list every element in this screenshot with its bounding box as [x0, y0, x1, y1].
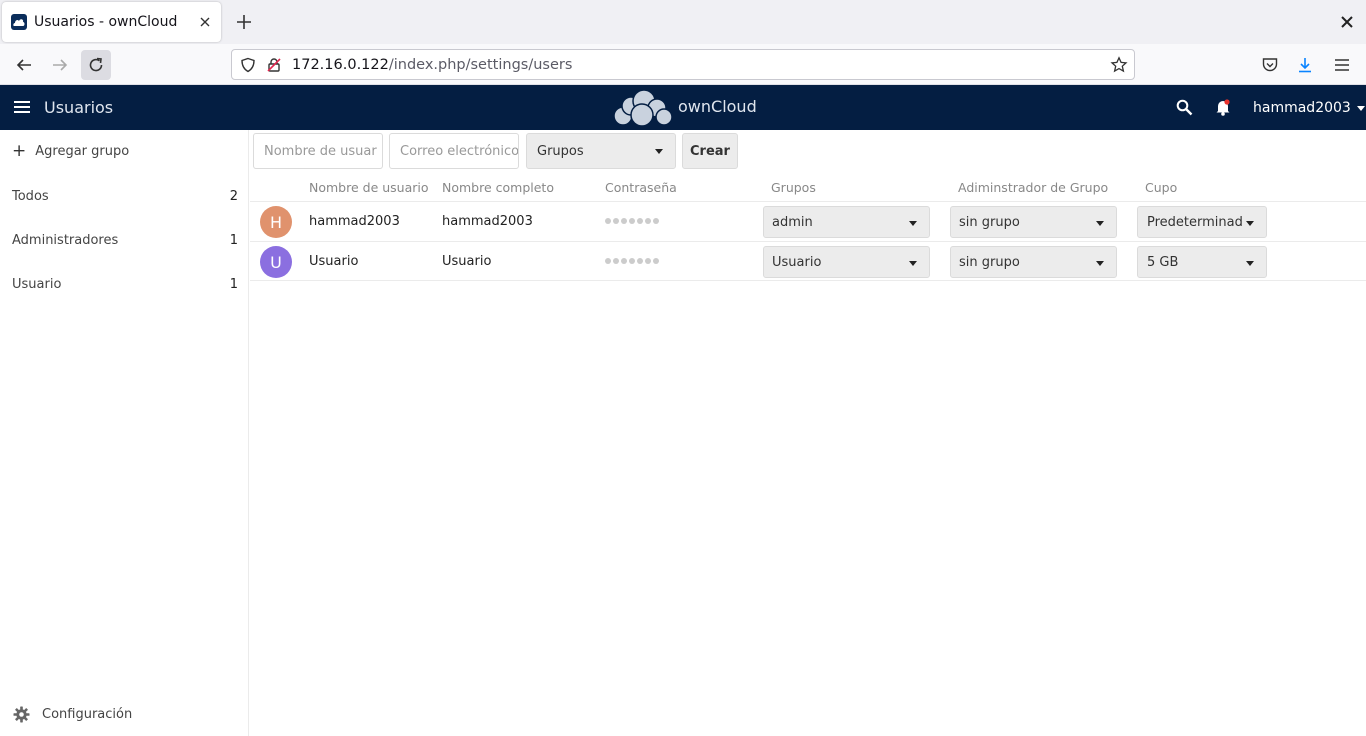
gear-icon — [13, 706, 30, 723]
sidebar-item-count: 1 — [229, 232, 238, 248]
avatar: U — [260, 246, 292, 278]
user-name: hammad2003 — [1253, 100, 1351, 116]
groups-select-label: Grupos — [537, 143, 584, 159]
group-admin-value: sin grupo — [959, 254, 1020, 270]
sidebar-item-administradores[interactable]: Administradores 1 — [0, 218, 249, 262]
bookmark-star-icon[interactable] — [1110, 56, 1128, 74]
sidebar-item-label: Todos — [12, 188, 49, 204]
chevron-down-icon — [655, 149, 663, 154]
url-host: 172.16.0.122 — [292, 56, 389, 73]
reload-icon[interactable] — [81, 50, 111, 80]
plus-icon: + — [12, 141, 27, 161]
sidebar-item-label: Usuario — [12, 276, 62, 292]
column-header-password: Contraseña — [605, 180, 677, 195]
user-menu[interactable]: hammad2003 — [1253, 100, 1365, 116]
new-email-input[interactable]: Correo electrónico — [389, 133, 519, 169]
url-text: 172.16.0.122/index.php/settings/users — [292, 57, 572, 73]
sidebar-item-count: 1 — [229, 276, 238, 292]
table-row: U Usuario Usuario Usuario sin grupo 5 GB — [250, 241, 1366, 281]
add-group-label: Agregar grupo — [35, 144, 130, 159]
sidebar-item-todos[interactable]: Todos 2 — [0, 174, 249, 218]
sidebar-item-usuario[interactable]: Usuario 1 — [0, 262, 249, 306]
group-admin-value: sin grupo — [959, 214, 1020, 230]
browser-tab-strip: Usuarios - ownCloud — [0, 0, 1366, 44]
groups-value: admin — [772, 214, 813, 230]
url-path: /index.php/settings/users — [388, 56, 573, 73]
new-user-groups-select[interactable]: Grupos — [526, 133, 676, 169]
quota-value: 5 GB — [1147, 254, 1179, 270]
app-title[interactable]: Usuarios — [44, 98, 113, 117]
owncloud-header: Usuarios ownCloud hammad2003 — [0, 85, 1366, 130]
table-row: H hammad2003 hammad2003 admin sin grupo … — [250, 201, 1366, 241]
column-header-username[interactable]: Nombre de usuario — [309, 180, 429, 195]
users-main: Nombre de usuar Correo electrónico Grupo… — [250, 130, 1366, 736]
owncloud-favicon-icon — [11, 14, 27, 30]
address-bar[interactable]: 172.16.0.122/index.php/settings/users — [231, 49, 1135, 80]
sidebar: + Agregar grupo Todos 2 Administradores … — [0, 130, 249, 736]
groups-value: Usuario — [772, 254, 822, 270]
chevron-down-icon — [1356, 105, 1365, 111]
pocket-icon[interactable] — [1261, 56, 1279, 74]
password-field[interactable] — [605, 218, 659, 224]
column-header-fullname[interactable]: Nombre completo — [442, 180, 554, 195]
downloads-icon[interactable] — [1296, 56, 1314, 74]
fullname-cell[interactable]: hammad2003 — [442, 214, 533, 229]
avatar: H — [260, 206, 292, 238]
settings-label: Configuración — [42, 707, 133, 722]
tracking-shield-icon[interactable] — [240, 57, 256, 73]
sidebar-item-label: Administradores — [12, 232, 119, 248]
tab-close-icon[interactable] — [197, 14, 213, 30]
settings-button[interactable]: Configuración — [13, 706, 132, 723]
groups-select[interactable]: admin — [763, 206, 930, 238]
create-user-button[interactable]: Crear — [682, 133, 738, 169]
column-header-group-admin: Adiminstrador de Grupo — [958, 180, 1109, 195]
quota-select[interactable]: Predeterminado — [1137, 206, 1267, 238]
quota-select[interactable]: 5 GB — [1137, 246, 1267, 278]
column-header-groups: Grupos — [771, 180, 816, 195]
brand-name: ownCloud — [678, 97, 757, 116]
username-cell: hammad2003 — [309, 214, 400, 229]
add-group-button[interactable]: + Agregar grupo — [12, 143, 129, 160]
new-username-input[interactable]: Nombre de usuar — [253, 133, 383, 169]
browser-nav-bar: 172.16.0.122/index.php/settings/users — [0, 44, 1366, 85]
quota-value: Predeterminado — [1147, 214, 1242, 230]
chevron-down-icon — [1096, 221, 1104, 226]
username-cell: Usuario — [309, 254, 359, 269]
back-icon[interactable] — [9, 50, 39, 80]
app-menu-icon[interactable] — [1333, 56, 1351, 74]
chevron-down-icon — [1246, 221, 1254, 226]
chevron-down-icon — [1246, 261, 1254, 266]
group-admin-select[interactable]: sin grupo — [950, 246, 1117, 278]
owncloud-logo-icon[interactable] — [611, 89, 675, 127]
hamburger-menu-icon[interactable] — [13, 99, 31, 115]
new-tab-icon[interactable] — [235, 13, 253, 31]
groups-select[interactable]: Usuario — [763, 246, 930, 278]
tab-title: Usuarios - ownCloud — [34, 14, 178, 30]
forward-icon[interactable] — [45, 50, 75, 80]
notifications-bell-icon[interactable] — [1215, 98, 1231, 116]
chevron-down-icon — [1096, 261, 1104, 266]
password-field[interactable] — [605, 258, 659, 264]
group-admin-select[interactable]: sin grupo — [950, 206, 1117, 238]
window-close-icon[interactable] — [1339, 14, 1355, 30]
browser-tab[interactable]: Usuarios - ownCloud — [2, 2, 221, 42]
chevron-down-icon — [909, 221, 917, 226]
chevron-down-icon — [909, 261, 917, 266]
fullname-cell[interactable]: Usuario — [442, 254, 491, 269]
insecure-lock-icon[interactable] — [266, 57, 282, 73]
column-header-quota: Cupo — [1145, 180, 1178, 195]
search-icon[interactable] — [1176, 99, 1193, 116]
sidebar-item-count: 2 — [229, 188, 238, 204]
